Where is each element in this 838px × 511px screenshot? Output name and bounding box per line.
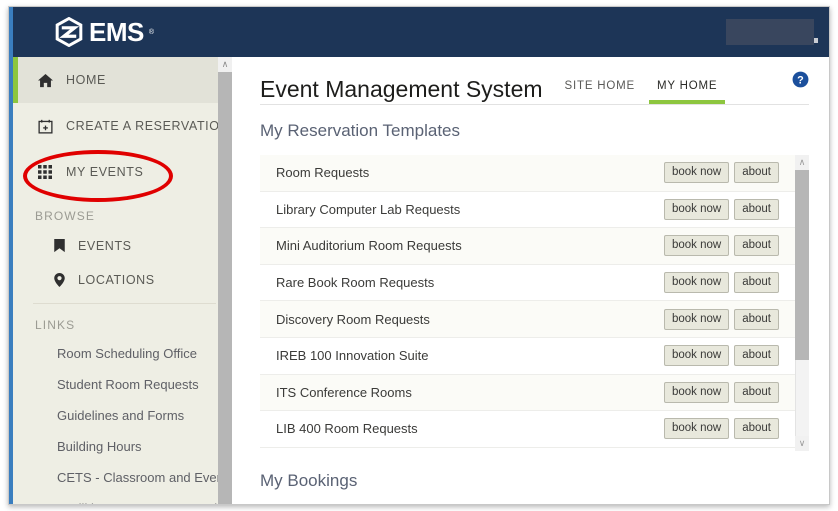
sidebar-link-room-scheduling-office[interactable]: Room Scheduling Office [13, 338, 232, 369]
bookmark-icon [51, 239, 67, 253]
tab-bar: SITE HOME MY HOME [565, 80, 718, 104]
book-now-button[interactable]: book now [664, 418, 729, 439]
row-actions: book now about [664, 272, 779, 293]
template-name: Rare Book Room Requests [276, 275, 664, 290]
sidebar-item-my-events[interactable]: MY EVENTS [13, 149, 232, 195]
help-circle-icon[interactable]: ? [792, 71, 809, 88]
template-name: IREB 100 Innovation Suite [276, 348, 664, 363]
template-name: Mini Auditorium Room Requests [276, 238, 664, 253]
table-row[interactable]: LIB 400 Room Requests book now about [260, 411, 809, 448]
reservation-templates-list: Room Requests book now about Library Com… [260, 155, 809, 451]
row-actions: book now about [664, 199, 779, 220]
row-actions: book now about [664, 418, 779, 439]
book-now-button[interactable]: book now [664, 345, 729, 366]
about-button[interactable]: about [734, 199, 779, 220]
section-title-reservation-templates: My Reservation Templates [232, 105, 830, 155]
template-name: Room Requests [276, 165, 664, 180]
page-title: Event Management System [260, 74, 543, 104]
ems-hex-logo-icon [54, 17, 84, 47]
sidebar-link-student-room-requests[interactable]: Student Room Requests [13, 369, 232, 400]
about-button[interactable]: about [734, 272, 779, 293]
sidebar-item-label: HOME [66, 73, 106, 87]
table-row[interactable]: Discovery Room Requests book now about [260, 301, 809, 338]
main-content: Event Management System SITE HOME MY HOM… [232, 57, 830, 505]
table-row[interactable]: IREB 100 Innovation Suite book now about [260, 338, 809, 375]
user-menu-caret [814, 38, 818, 43]
table-row[interactable]: Rare Book Room Requests book now about [260, 265, 809, 302]
tab-my-home[interactable]: MY HOME [657, 80, 717, 104]
about-button[interactable]: about [734, 382, 779, 403]
sidebar-item-locations[interactable]: LOCATIONS [13, 263, 232, 297]
table-row[interactable]: Room Requests book now about [260, 155, 809, 192]
templates-scrollbar-thumb[interactable] [795, 170, 809, 360]
table-row[interactable]: Library Computer Lab Requests book now a… [260, 192, 809, 229]
application-window: EMS ® HOME CREATE A RESERVATION [8, 6, 830, 505]
sidebar-heading-browse: BROWSE [13, 195, 232, 229]
sidebar-scroll-up-arrow[interactable]: ∧ [218, 57, 232, 72]
about-button[interactable]: about [734, 309, 779, 330]
table-row[interactable]: ITS Conference Rooms book now about [260, 375, 809, 412]
template-name: ITS Conference Rooms [276, 385, 664, 400]
sidebar-link-guidelines-and-forms[interactable]: Guidelines and Forms [13, 400, 232, 431]
about-button[interactable]: about [734, 162, 779, 183]
row-actions: book now about [664, 309, 779, 330]
active-accent-bar [13, 57, 18, 103]
sidebar-item-label: EVENTS [78, 239, 132, 253]
sidebar-item-label: CREATE A RESERVATION [66, 119, 229, 133]
template-name: Discovery Room Requests [276, 312, 664, 327]
grid-icon [35, 163, 55, 181]
sidebar-item-home[interactable]: HOME [13, 57, 232, 103]
sidebar-item-events[interactable]: EVENTS [13, 229, 232, 263]
about-button[interactable]: about [734, 235, 779, 256]
about-button[interactable]: about [734, 345, 779, 366]
sidebar-scrollbar-thumb[interactable] [218, 72, 232, 505]
row-actions: book now about [664, 235, 779, 256]
about-button[interactable]: about [734, 418, 779, 439]
ems-trademark: ® [149, 29, 154, 36]
sidebar-item-create-a-reservation[interactable]: CREATE A RESERVATION [13, 103, 232, 149]
sidebar-scrollbar[interactable]: ∧ [218, 57, 232, 505]
accent-bar [13, 103, 18, 149]
book-now-button[interactable]: book now [664, 382, 729, 403]
row-actions: book now about [664, 345, 779, 366]
sidebar-link-facilities-management[interactable]: Facilities Management Work [13, 493, 232, 505]
template-name: LIB 400 Room Requests [276, 421, 664, 436]
page-header: Event Management System SITE HOME MY HOM… [232, 57, 830, 104]
accent-bar [13, 149, 18, 195]
row-actions: book now about [664, 382, 779, 403]
svg-text:?: ? [797, 74, 804, 86]
map-pin-icon [51, 273, 67, 287]
section-title-my-bookings: My Bookings [232, 451, 830, 491]
templates-scroll-up-arrow[interactable]: ∧ [795, 155, 809, 170]
sidebar-link-cets[interactable]: CETS - Classroom and Events T [13, 462, 232, 493]
ems-logo[interactable]: EMS ® [54, 16, 154, 48]
tab-site-home[interactable]: SITE HOME [565, 80, 635, 104]
home-icon [35, 71, 55, 89]
template-name: Library Computer Lab Requests [276, 202, 664, 217]
sidebar-heading-links: LINKS [13, 304, 232, 338]
ems-wordmark: EMS [89, 17, 144, 47]
book-now-button[interactable]: book now [664, 199, 729, 220]
book-now-button[interactable]: book now [664, 309, 729, 330]
sidebar-item-label: MY EVENTS [66, 165, 143, 179]
templates-scroll-down-arrow[interactable]: ∨ [795, 436, 809, 451]
row-actions: book now about [664, 162, 779, 183]
book-now-button[interactable]: book now [664, 272, 729, 293]
templates-scrollbar[interactable]: ∧ ∨ [795, 155, 809, 451]
book-now-button[interactable]: book now [664, 235, 729, 256]
top-navigation-bar: EMS ® [9, 7, 830, 57]
table-row[interactable]: Mini Auditorium Room Requests book now a… [260, 228, 809, 265]
book-now-button[interactable]: book now [664, 162, 729, 183]
user-menu-redacted[interactable] [726, 19, 814, 45]
calendar-plus-icon [35, 117, 55, 135]
left-accent-strip [9, 7, 13, 505]
sidebar-item-label: LOCATIONS [78, 273, 155, 287]
sidebar-link-building-hours[interactable]: Building Hours [13, 431, 232, 462]
sidebar: HOME CREATE A RESERVATION [13, 57, 232, 505]
